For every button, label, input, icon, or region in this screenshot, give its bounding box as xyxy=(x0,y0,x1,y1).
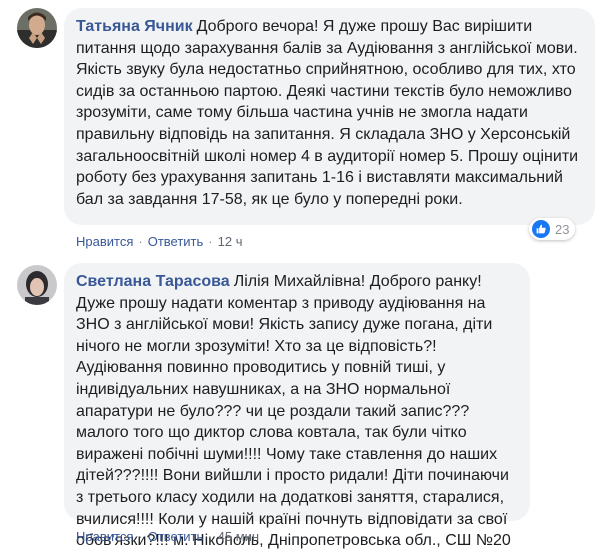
like-link[interactable]: Нравится xyxy=(76,529,133,544)
comment-author[interactable]: Светлана Тарасова xyxy=(76,273,230,290)
avatar[interactable] xyxy=(17,265,57,305)
comment-2: Светлана Тарасова Лілія Михайлівна! Добро… xyxy=(0,0,610,555)
comment-text: Лілія Михайлівна! Доброго ранку! Дуже пр… xyxy=(76,273,511,550)
separator: · xyxy=(208,529,213,544)
comment-timestamp[interactable]: 45 мин xyxy=(218,529,259,544)
user-avatar-icon xyxy=(17,265,57,305)
reply-link[interactable]: Ответить xyxy=(148,529,204,544)
separator: · xyxy=(138,529,143,544)
comment-bubble: Светлана Тарасова Лілія Михайлівна! Добро… xyxy=(64,263,530,549)
comment-actions: Нравится · Ответить · 45 мин xyxy=(76,529,259,545)
